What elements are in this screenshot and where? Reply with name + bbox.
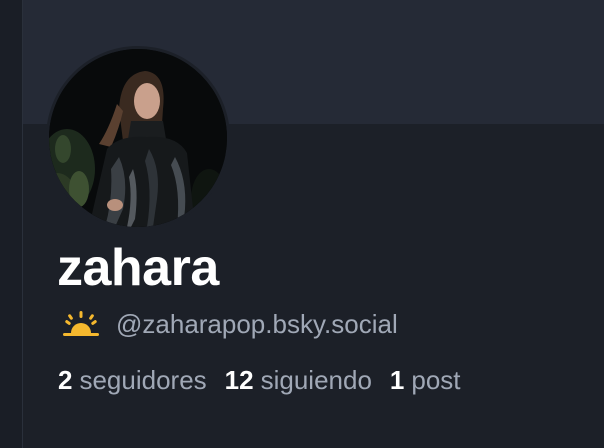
display-name: zahara (57, 239, 219, 297)
followers-label: seguidores (79, 364, 207, 395)
handle-row: @zaharapop.bsky.social (60, 306, 398, 342)
posts-count: 1 (389, 364, 405, 395)
posts-stat: 1 post (390, 365, 461, 396)
followers-link[interactable]: 2 seguidores (58, 365, 207, 396)
avatar-frame (46, 46, 230, 230)
sunrise-icon (60, 309, 102, 339)
avatar-image (49, 49, 227, 227)
following-link[interactable]: 12 siguiendo (225, 365, 372, 396)
left-sidebar-rail (0, 0, 23, 448)
profile-page: zahara @zaharapop.bsky.social 2 seguidor… (0, 0, 604, 448)
following-label: siguiendo (260, 364, 372, 395)
posts-label: post (411, 364, 461, 395)
following-count: 12 (224, 364, 254, 395)
followers-count: 2 (58, 364, 73, 395)
avatar[interactable] (49, 49, 227, 227)
profile-stats: 2 seguidores 12 siguiendo 1 post (58, 361, 479, 399)
profile-handle[interactable]: @zaharapop.bsky.social (116, 309, 398, 340)
